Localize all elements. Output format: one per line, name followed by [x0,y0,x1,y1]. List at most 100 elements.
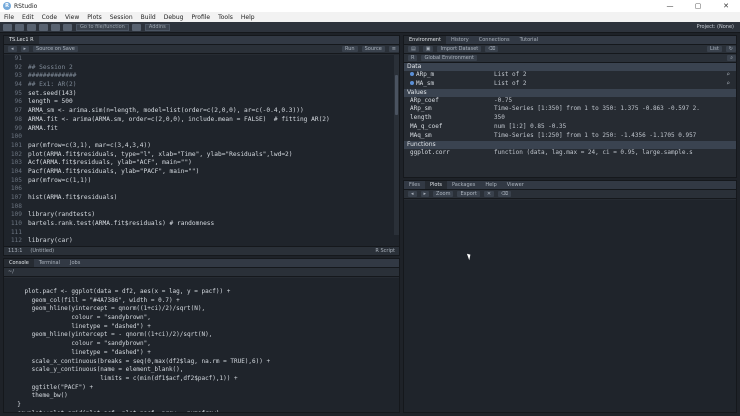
r-language-icon[interactable]: R [408,55,418,61]
menu-tools[interactable]: Tools [214,14,237,21]
close-button[interactable]: ✕ [712,0,740,12]
editor-tab[interactable]: TS.Lec1 R [4,36,39,44]
plot-viewer[interactable] [404,200,736,412]
zoom-button[interactable]: Zoom [433,191,454,197]
menu-build[interactable]: Build [137,14,160,21]
env-row[interactable]: MAq_sm Time-Series [1:250] from 1 to 250:… [404,132,736,141]
menu-session[interactable]: Session [106,14,137,21]
tab-jobs[interactable]: Jobs [65,259,85,267]
tab-environment[interactable]: Environment [404,36,446,44]
code-line[interactable]: 92 ## Session 2 [4,64,399,73]
code-line[interactable]: 105 par(mfrow=c(1,1)) [4,177,399,186]
menu-edit[interactable]: Edit [18,14,38,21]
code-line[interactable]: 95 set.seed(143) [4,90,399,99]
forward-icon[interactable]: ▸ [20,46,30,52]
print-icon[interactable] [63,23,72,31]
back-icon[interactable]: ◂ [8,46,17,52]
code-line[interactable]: 93 ############# [4,72,399,81]
maximize-button[interactable]: ▢ [684,0,712,12]
next-plot-icon[interactable]: ▸ [420,191,430,197]
save-icon[interactable] [39,23,48,31]
code-editor[interactable]: 91 92 ## Session 2 93 ############# 94 ## Ex1:… [4,55,399,247]
outline-icon[interactable]: ≡ [388,46,399,52]
console-path-bar: ~/ [4,268,399,277]
list-view-toggle[interactable]: List [707,46,722,52]
code-line[interactable]: 110 bartels.rank.test(ARMA.fit$residuals)… [4,220,399,229]
import-dataset-button[interactable]: Import Dataset [437,46,482,52]
broom-icon[interactable]: ⌫ [485,46,499,52]
code-line[interactable]: 108 [4,203,399,212]
addins-button[interactable]: Addins [144,23,170,31]
console-output[interactable]: plot.pacf <- ggplot(data = df2, aes(x = … [4,278,399,412]
source-on-save-checkbox[interactable]: Source on Save [33,46,78,52]
project-menu[interactable]: Project: (None) [697,24,734,30]
view-data-icon[interactable]: ⌕ [726,80,730,89]
remove-plot-icon[interactable]: ✕ [483,191,495,197]
code-line[interactable]: 96 length = 500 [4,98,399,107]
code-line[interactable]: 97 ARMA_sm <- arima.sim(n=length, model=l… [4,107,399,116]
code-line[interactable]: 94 ## Ex1: AR(2) [4,81,399,90]
prev-plot-icon[interactable]: ◂ [408,191,417,197]
env-row[interactable]: MA_sm List of 2 ⌕ [404,80,736,89]
env-row[interactable]: ARp_coef -0.75 [404,97,736,106]
env-search-icon[interactable]: ⌕ [727,55,736,61]
view-data-icon[interactable]: ⌕ [726,71,730,80]
tab-terminal[interactable]: Terminal [34,259,65,267]
new-file-icon[interactable] [3,23,12,31]
env-row[interactable]: ARp_sm Time-Series [1:350] from 1 to 350:… [404,105,736,114]
refresh-icon[interactable]: ↻ [725,46,736,52]
minimize-button[interactable]: — [656,0,684,12]
menu-file[interactable]: File [0,14,18,21]
scope-label[interactable]: (Untitled) [30,248,54,254]
expand-icon[interactable] [410,80,414,85]
working-directory[interactable]: ~/ [8,269,14,275]
code-line[interactable]: 98 ARMA.fit <- arima(ARMA.sm, order=c(2,0… [4,116,399,125]
editor-scrollbar[interactable] [394,55,399,235]
menu-help[interactable]: Help [237,14,259,21]
code-line[interactable]: 109 library(randtests) [4,211,399,220]
tab-viewer[interactable]: Viewer [502,181,529,189]
open-icon[interactable]: ▤ [408,46,419,52]
menu-code[interactable]: Code [38,14,61,21]
code-line[interactable]: 112 library(car) [4,237,399,246]
menu-plots[interactable]: Plots [83,14,105,21]
menu-debug[interactable]: Debug [160,14,188,21]
tab-files[interactable]: Files [404,181,425,189]
tab-history[interactable]: History [446,36,474,44]
code-line[interactable]: 107 hist(ARMA.fit$residuals) [4,194,399,203]
tab-console[interactable]: Console [4,259,34,267]
goto-file-input[interactable]: Go to file/function [76,23,129,31]
env-row[interactable]: MA_q_coef num [1:2] 0.85 -0.35 [404,123,736,132]
save-workspace-icon[interactable]: ▣ [422,46,434,52]
expand-icon[interactable] [410,72,414,76]
env-row[interactable]: ARp_m List of 2 ⌕ [404,71,736,80]
code-line[interactable]: 106 [4,185,399,194]
menu-profile[interactable]: Profile [187,14,214,21]
code-line[interactable]: 104 Pacf(ARMA.fit$residuals, ylab="PACF",… [4,168,399,177]
tab-tutorial[interactable]: Tutorial [515,36,543,44]
source-button[interactable]: Source [361,46,385,52]
tab-packages[interactable]: Packages [447,181,480,189]
code-line[interactable]: 101 par(mfrow=c(3,1), mar=c(3,4,3,4)) [4,142,399,151]
tab-plots[interactable]: Plots [424,181,448,189]
save-all-icon[interactable] [51,23,60,31]
grid-icon[interactable] [131,23,141,31]
code-line[interactable]: 100 [4,133,399,142]
export-button[interactable]: Export [457,191,480,197]
clear-plots-icon[interactable]: ⌫ [498,191,512,197]
new-project-icon[interactable] [15,23,24,31]
tab-help[interactable]: Help [480,181,501,189]
tab-connections[interactable]: Connections [474,36,515,44]
code-line[interactable]: 91 [4,55,399,64]
code-line[interactable]: 103 Acf(ARMA.fit$residuals, ylab="ACF", m… [4,159,399,168]
menu-view[interactable]: View [61,14,83,21]
run-button[interactable]: Run [342,46,358,52]
code-line[interactable]: 102 plot(ARMA.fit$residuals, type="l", xl… [4,151,399,160]
open-file-icon[interactable] [27,23,36,31]
file-type-label[interactable]: R Script [375,248,395,254]
env-row[interactable]: ggplot.corr function (data, lag.max = 24,… [404,149,736,158]
env-row[interactable]: length 350 [404,114,736,123]
code-line[interactable]: 111 [4,229,399,238]
code-line[interactable]: 99 ARMA.fit [4,125,399,134]
global-environment-dropdown[interactable]: Global Environment [421,55,477,61]
